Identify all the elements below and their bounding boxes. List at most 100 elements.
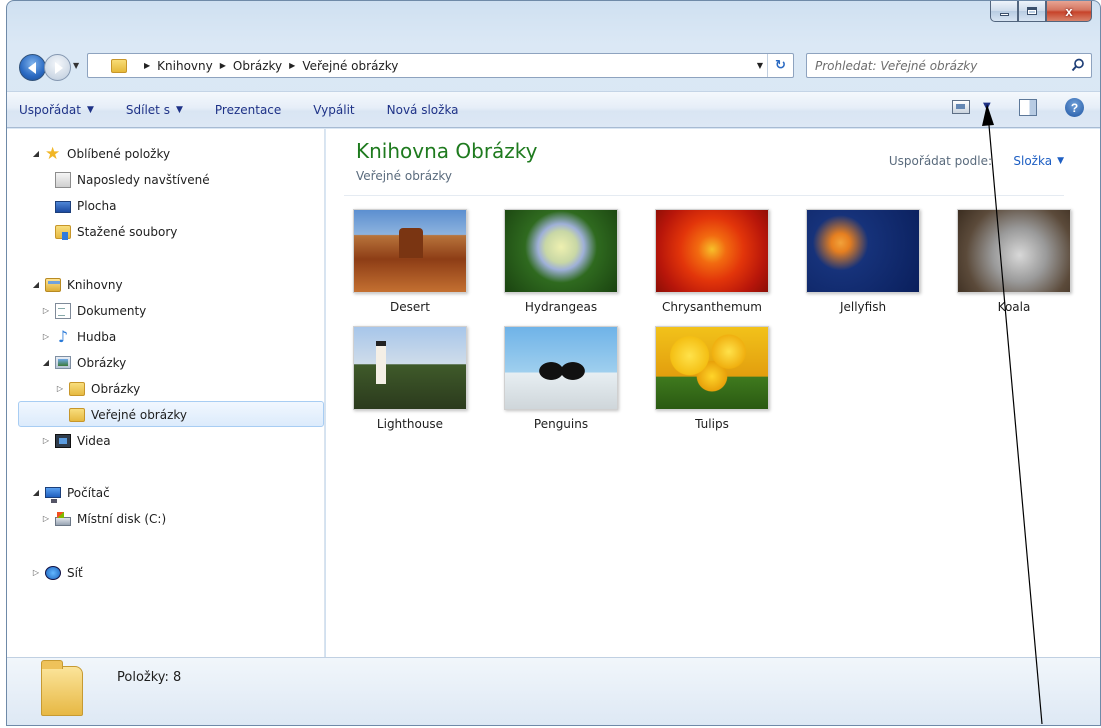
tree-label: Plocha [77,198,117,213]
file-label: Tulips [695,417,729,431]
breadcrumb-verejne-obrazky[interactable]: Veřejné obrázky [302,59,398,73]
share-with-label: Sdílet s [125,102,170,117]
burn-button[interactable]: Vypálit [301,103,366,117]
help-icon[interactable]: ? [1065,98,1084,117]
arrange-by-value: Složka [1013,154,1053,168]
maximize-button[interactable] [1018,1,1046,22]
recent-pages-dropdown[interactable]: ▼ [73,61,83,75]
expand-icon[interactable]: ▷ [31,568,41,577]
tree-item-libraries[interactable]: ◢ Knihovny [31,273,123,296]
image-thumbnail [504,209,618,293]
window-caption-buttons: x [990,1,1092,23]
details-pane: Položky: 8 [7,657,1100,725]
file-item-jellyfish[interactable]: Jellyfish [796,209,926,321]
breadcrumb-separator-icon[interactable]: ▶ [220,61,226,70]
expand-icon[interactable]: ▷ [55,384,65,393]
back-button[interactable] [19,54,46,81]
search-box[interactable] [806,53,1092,78]
breadcrumb-separator-icon[interactable]: ▶ [144,61,150,70]
tree-label: Stažené soubory [77,224,178,239]
close-button[interactable]: x [1046,1,1092,22]
arrange-by-dropdown[interactable]: Složka ▼ [1013,154,1064,168]
file-list-area[interactable]: Knihovna Obrázky Veřejné obrázky Uspořád… [326,129,1100,657]
expand-icon[interactable]: ▷ [41,514,51,523]
change-view-icon[interactable] [952,100,970,114]
tree-item-my-pictures[interactable]: ▷ Obrázky [55,377,140,400]
image-thumbnail [353,209,467,293]
tree-item-public-pictures[interactable]: Veřejné obrázky [69,403,187,426]
tree-item-documents[interactable]: ▷ Dokumenty [41,299,146,322]
folder-icon [41,660,83,716]
tree-item-local-disk[interactable]: ▷ Místní disk (C:) [41,507,166,530]
breadcrumb-obrazky[interactable]: Obrázky [233,59,282,73]
slideshow-button[interactable]: Prezentace [203,103,293,117]
tree-item-recent-places[interactable]: Naposledy navštívené [55,168,210,191]
image-thumbnail [655,326,769,410]
preview-pane-icon[interactable] [1019,99,1037,116]
tree-item-videos[interactable]: ▷ Videa [41,429,111,452]
divider [344,195,1064,196]
search-icon[interactable] [1071,58,1085,72]
tree-label: Síť [67,565,83,580]
tree-item-music[interactable]: ▷ ♪ Hudba [41,325,116,348]
explorer-window: x ▼ ▶ Knihovny ▶ Obrázky ▶ Veřejné obráz… [6,0,1101,726]
collapse-icon[interactable]: ◢ [41,358,51,367]
network-icon [45,565,61,580]
expand-icon[interactable]: ▷ [41,332,51,341]
file-label: Chrysanthemum [662,300,762,314]
tree-item-pictures[interactable]: ◢ Obrázky [41,351,126,374]
chevron-down-icon: ▼ [86,104,94,115]
chevron-down-icon: ▼ [1057,156,1064,166]
tree-label: Obrázky [77,355,127,370]
image-thumbnail [353,326,467,410]
new-folder-button[interactable]: Nová složka [375,103,471,117]
tree-item-network[interactable]: ▷ Síť [31,561,83,584]
share-with-button[interactable]: Sdílet s ▼ [114,103,195,117]
tree-item-desktop[interactable]: Plocha [55,194,116,217]
refresh-icon: ↻ [775,58,786,73]
music-library-icon: ♪ [57,326,69,346]
slideshow-label: Prezentace [214,102,282,117]
library-subtitle: Veřejné obrázky [356,169,453,183]
file-label: Koala [997,300,1031,314]
file-item-koala[interactable]: Koala [947,209,1077,321]
collapse-icon[interactable]: ◢ [31,488,41,497]
refresh-button[interactable]: ↻ [767,54,793,77]
image-thumbnail [504,326,618,410]
file-item-desert[interactable]: Desert [343,209,473,321]
minimize-icon [999,12,1009,16]
items-count: Položky: 8 [117,670,182,685]
file-item-tulips[interactable]: Tulips [645,326,775,438]
hard-disk-icon [55,511,71,526]
more-options-dropdown-icon[interactable]: ▼ [983,101,991,112]
collapse-icon[interactable]: ◢ [31,280,41,289]
tree-label: Obrázky [91,381,141,396]
tree-item-computer[interactable]: ◢ Počítač [31,481,110,504]
chevron-down-icon: ▼ [175,104,183,115]
forward-button[interactable] [44,54,71,81]
file-item-penguins[interactable]: Penguins [494,326,624,438]
collapse-icon[interactable]: ◢ [31,149,41,158]
tree-item-downloads[interactable]: Stažené soubory [55,220,177,243]
minimize-button[interactable] [990,1,1018,22]
file-label: Penguins [533,417,589,431]
expand-icon[interactable]: ▷ [41,306,51,315]
address-dropdown-icon[interactable]: ▼ [757,61,763,70]
tree-label: Dokumenty [77,303,147,318]
file-item-hydrangeas[interactable]: Hydrangeas [494,209,624,321]
command-bar: Uspořádat ▼ Sdílet s ▼ Prezentace Vypálit … [7,91,1100,128]
file-item-chrysanthemum[interactable]: Chrysanthemum [645,209,775,321]
address-bar[interactable]: ▶ Knihovny ▶ Obrázky ▶ Veřejné obrázky ▼… [87,53,794,78]
organize-button[interactable]: Uspořádat ▼ [19,103,106,117]
file-item-lighthouse[interactable]: Lighthouse [343,326,473,438]
search-input[interactable] [815,58,1055,73]
arrange-by-label: Uspořádat podle: [888,154,992,168]
tree-item-favorites[interactable]: ◢ ★ Oblíbené položky [31,142,170,165]
expand-icon[interactable]: ▷ [41,436,51,445]
library-title: Knihovna Obrázky [356,139,538,163]
libraries-icon [45,277,61,292]
file-label: Lighthouse [376,417,444,431]
maximize-icon [1027,7,1037,15]
breadcrumb-knihovny[interactable]: Knihovny [157,59,213,73]
breadcrumb-separator-icon[interactable]: ▶ [289,61,295,70]
